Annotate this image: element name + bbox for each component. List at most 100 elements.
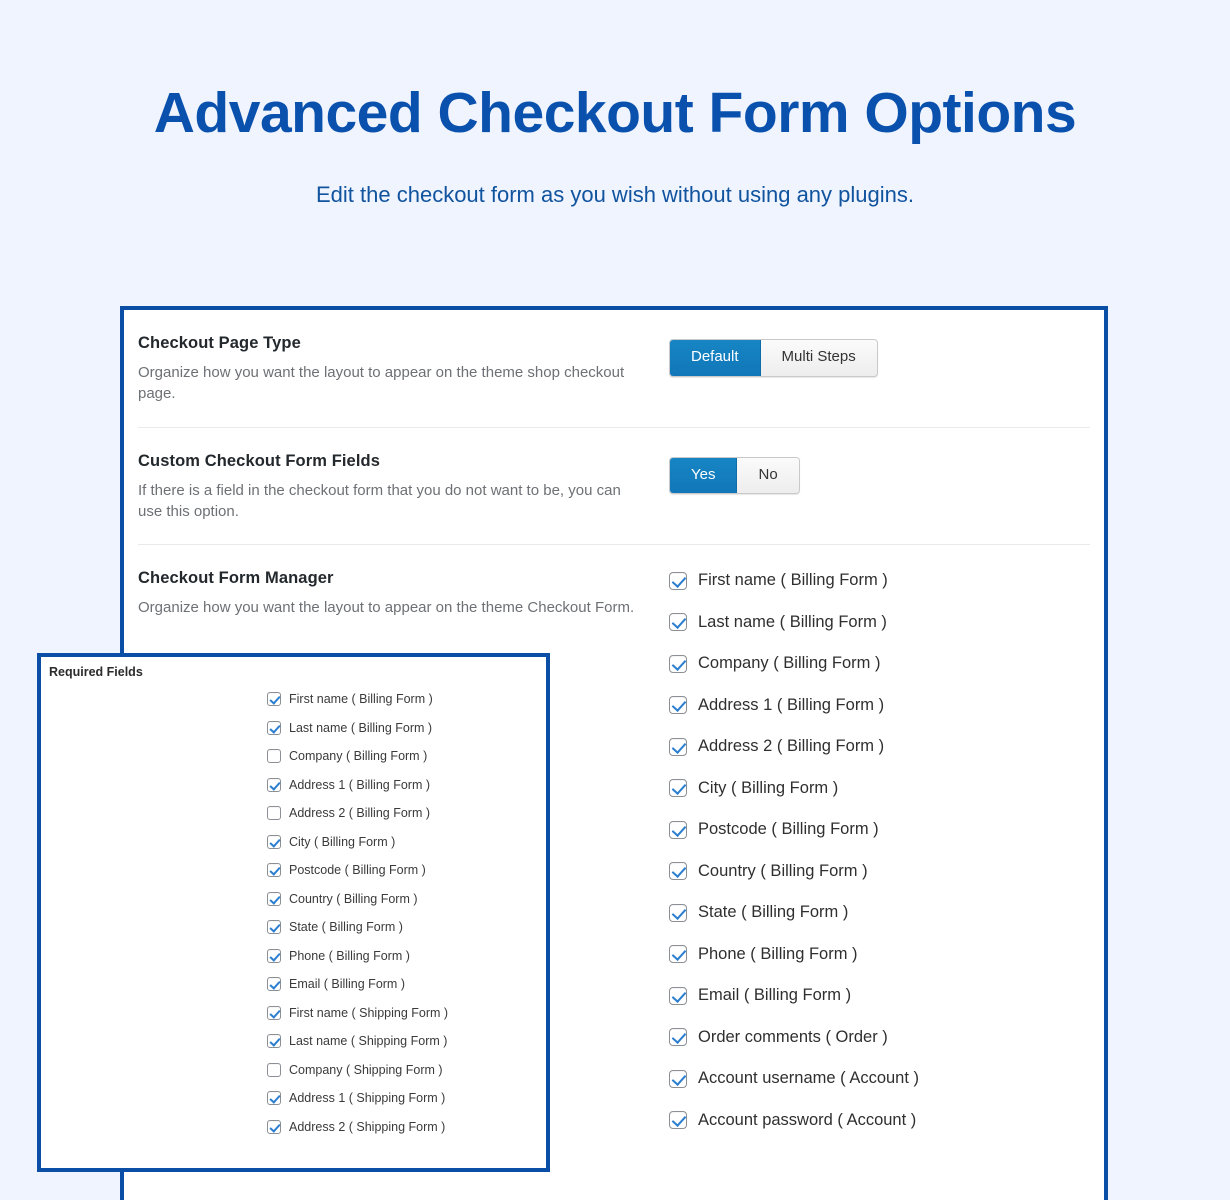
- page-subtitle: Edit the checkout form as you wish witho…: [316, 182, 914, 207]
- checkbox-label: Order comments ( Order ): [698, 1027, 888, 1046]
- checkbox-checked-icon[interactable]: [267, 692, 281, 706]
- checkout-form-manager-list: First name ( Billing Form ) Last name ( B…: [669, 569, 1090, 1130]
- checkbox-checked-icon[interactable]: [669, 737, 687, 756]
- form-field-row[interactable]: Email ( Billing Form ): [669, 986, 1090, 1005]
- page-title: Advanced Checkout Form Options: [153, 81, 1077, 145]
- checkbox-label: Company ( Billing Form ): [289, 749, 428, 763]
- required-fields-panel: Required Fields First name ( Billing For…: [37, 653, 550, 1172]
- checkbox-checked-icon[interactable]: [669, 820, 687, 839]
- checkbox-checked-icon[interactable]: [669, 613, 687, 632]
- checkbox-label: Address 1 ( Billing Form ): [698, 695, 885, 714]
- checkbox-label: Address 1 ( Billing Form ): [289, 777, 431, 792]
- checkbox-label: Company ( Billing Form ): [698, 654, 881, 673]
- checkbox-checked-icon[interactable]: [669, 1028, 687, 1047]
- checkbox-label: Last name ( Shipping Form ): [289, 1034, 448, 1048]
- checkbox-checked-icon[interactable]: [669, 986, 687, 1005]
- checkbox-checked-icon[interactable]: [669, 903, 687, 922]
- form-field-row[interactable]: City ( Billing Form ): [669, 779, 1090, 798]
- checkbox-label: Phone ( Billing Form ): [289, 948, 410, 963]
- checkbox-checked-icon[interactable]: [669, 779, 687, 798]
- checkbox-checked-icon[interactable]: [267, 834, 281, 849]
- form-field-row[interactable]: Last name ( Billing Form ): [669, 613, 1090, 632]
- checkbox-label: Country ( Billing Form ): [289, 891, 418, 906]
- required-field-row[interactable]: Address 2 ( Billing Form ): [267, 806, 546, 820]
- checkbox-label: Account password ( Account ): [698, 1110, 917, 1129]
- required-fields-title: Required Fields: [49, 665, 143, 679]
- section-text-block: Checkout Page Type Organize how you want…: [138, 334, 660, 405]
- form-field-row[interactable]: Postcode ( Billing Form ): [669, 820, 1090, 839]
- page-root: Advanced Checkout Form Options Edit the …: [0, 0, 1230, 1200]
- checkbox-label: Account username ( Account ): [698, 1069, 920, 1088]
- form-field-row[interactable]: Country ( Billing Form ): [669, 862, 1090, 881]
- form-field-row[interactable]: Phone ( Billing Form ): [669, 945, 1090, 964]
- required-field-row[interactable]: Company ( Billing Form ): [267, 749, 546, 763]
- toggle-option-default[interactable]: Default: [670, 340, 761, 376]
- section-control: Yes No: [660, 452, 1090, 495]
- checkbox-unchecked-icon[interactable]: [267, 749, 281, 763]
- checkbox-unchecked-icon[interactable]: [267, 806, 281, 820]
- section-title: Custom Checkout Form Fields: [138, 451, 380, 470]
- required-field-row[interactable]: Company ( Shipping Form ): [267, 1062, 546, 1077]
- required-field-row[interactable]: Phone ( Billing Form ): [267, 948, 546, 963]
- required-field-row[interactable]: Email ( Billing Form ): [267, 977, 546, 991]
- checkbox-checked-icon[interactable]: [267, 777, 281, 792]
- checkbox-label: Address 2 ( Shipping Form ): [289, 1119, 446, 1134]
- checkbox-checked-icon[interactable]: [669, 862, 687, 881]
- form-field-row[interactable]: Address 1 ( Billing Form ): [669, 696, 1090, 715]
- required-field-row[interactable]: Last name ( Shipping Form ): [267, 1034, 546, 1048]
- section-description: If there is a field in the checkout form…: [138, 481, 621, 520]
- checkbox-label: State ( Billing Form ): [698, 903, 849, 922]
- toggle-option-yes[interactable]: Yes: [670, 457, 738, 494]
- checkbox-checked-icon[interactable]: [267, 977, 281, 991]
- form-field-row[interactable]: State ( Billing Form ): [669, 903, 1090, 922]
- required-field-row[interactable]: First name ( Shipping Form ): [267, 1005, 546, 1020]
- checkbox-label: Email ( Billing Form ): [698, 986, 852, 1005]
- checkbox-checked-icon[interactable]: [669, 945, 687, 964]
- required-fields-list: First name ( Billing Form ) Last name ( B…: [41, 679, 546, 1134]
- checkbox-checked-icon[interactable]: [267, 1091, 281, 1105]
- checkbox-label: First name ( Billing Form ): [289, 692, 433, 706]
- checkout-page-type-toggle[interactable]: Default Multi Steps: [669, 339, 878, 377]
- form-field-row[interactable]: Company ( Billing Form ): [669, 654, 1090, 673]
- checkbox-checked-icon[interactable]: [267, 1119, 281, 1134]
- required-field-row[interactable]: State ( Billing Form ): [267, 920, 546, 934]
- checkbox-label: Address 1 ( Shipping Form ): [289, 1091, 446, 1105]
- checkbox-checked-icon[interactable]: [669, 654, 687, 673]
- checkbox-label: Company ( Shipping Form ): [289, 1062, 443, 1077]
- form-field-row[interactable]: First name ( Billing Form ): [669, 571, 1090, 590]
- checkbox-checked-icon[interactable]: [267, 948, 281, 963]
- checkbox-label: First name ( Billing Form ): [698, 571, 888, 590]
- checkbox-label: Last name ( Billing Form ): [289, 720, 433, 735]
- checkbox-checked-icon[interactable]: [669, 696, 687, 715]
- toggle-option-multi-steps[interactable]: Multi Steps: [760, 340, 877, 376]
- checkbox-checked-icon[interactable]: [267, 920, 281, 934]
- checkbox-label: City ( Billing Form ): [289, 834, 396, 849]
- required-field-row[interactable]: Last name ( Billing Form ): [267, 720, 546, 735]
- checkbox-label: Address 2 ( Billing Form ): [289, 806, 431, 820]
- required-field-row[interactable]: First name ( Billing Form ): [267, 692, 546, 706]
- checkbox-checked-icon[interactable]: [669, 571, 687, 590]
- form-field-row[interactable]: Account password ( Account ): [669, 1111, 1090, 1130]
- section-text-block: Custom Checkout Form Fields If there is …: [138, 452, 660, 523]
- toggle-option-no[interactable]: No: [737, 457, 799, 494]
- checkbox-checked-icon[interactable]: [267, 891, 281, 906]
- custom-checkout-form-fields-toggle[interactable]: Yes No: [669, 456, 800, 495]
- form-field-row[interactable]: Account username ( Account ): [669, 1069, 1090, 1088]
- checkbox-unchecked-icon[interactable]: [267, 1062, 281, 1077]
- form-field-row[interactable]: Address 2 ( Billing Form ): [669, 737, 1090, 756]
- required-field-row[interactable]: Postcode ( Billing Form ): [267, 863, 546, 877]
- checkbox-checked-icon[interactable]: [267, 863, 281, 877]
- section-title: Checkout Form Manager: [138, 569, 334, 588]
- checkbox-checked-icon[interactable]: [267, 1005, 281, 1020]
- required-field-row[interactable]: Address 2 ( Shipping Form ): [267, 1119, 546, 1134]
- required-field-row[interactable]: Address 1 ( Billing Form ): [267, 777, 546, 792]
- checkbox-checked-icon[interactable]: [669, 1111, 687, 1130]
- checkbox-checked-icon[interactable]: [267, 720, 281, 735]
- required-field-row[interactable]: Country ( Billing Form ): [267, 891, 546, 906]
- required-field-row[interactable]: Address 1 ( Shipping Form ): [267, 1091, 546, 1105]
- required-field-row[interactable]: City ( Billing Form ): [267, 834, 546, 849]
- checkbox-checked-icon[interactable]: [669, 1069, 687, 1088]
- checkbox-label: City ( Billing Form ): [698, 778, 839, 797]
- checkbox-checked-icon[interactable]: [267, 1034, 281, 1048]
- form-field-row[interactable]: Order comments ( Order ): [669, 1028, 1090, 1047]
